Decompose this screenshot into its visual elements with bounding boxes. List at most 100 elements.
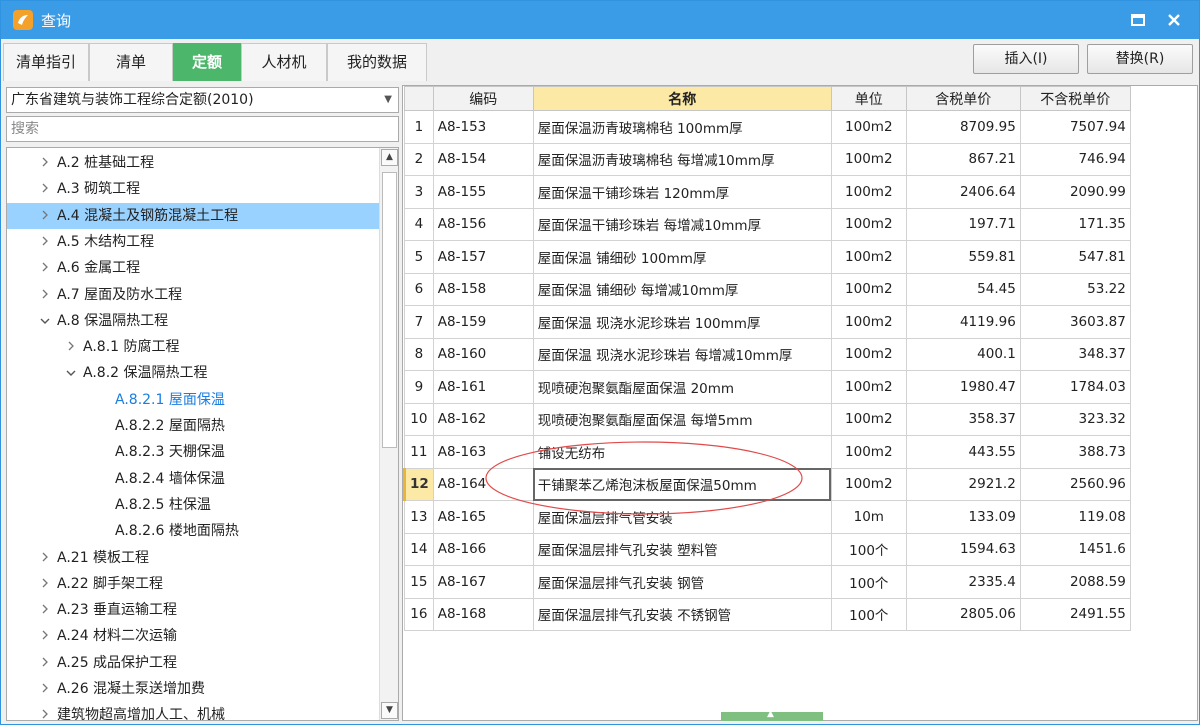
cell-name[interactable]: 屋面保温 铺细砂 100mm厚 — [532, 240, 832, 274]
chevron-down-icon[interactable] — [63, 360, 79, 386]
cell-unit[interactable]: 100m2 — [830, 337, 907, 371]
cell-name[interactable]: 现喷硬泡聚氨酯屋面保温 20mm — [532, 370, 832, 404]
cell-price-notax[interactable]: 53.22 — [1019, 272, 1131, 306]
cell-price-notax[interactable]: 1451.6 — [1019, 532, 1131, 566]
tree-item[interactable]: 建筑物超高增加人工、机械 — [7, 702, 380, 720]
cell-price-notax[interactable]: 1784.03 — [1019, 370, 1131, 404]
cell-name[interactable]: 屋面保温干铺珍珠岩 120mm厚 — [532, 175, 832, 209]
cell-name[interactable]: 屋面保温层排气管安装 — [532, 500, 832, 534]
cell-code[interactable]: A8-157 — [432, 240, 534, 274]
cell-price-notax[interactable]: 2560.96 — [1019, 467, 1131, 501]
cell-name[interactable]: 屋面保温干铺珍珠岩 每增减10mm厚 — [532, 207, 832, 241]
tree-item[interactable]: A.8.2.2 屋面隔热 — [7, 413, 380, 439]
tree-item[interactable]: A.3 砌筑工程 — [7, 176, 380, 202]
chevron-right-icon[interactable] — [37, 676, 53, 702]
cell-price-tax[interactable]: 2921.2 — [905, 467, 1021, 501]
cell-unit[interactable]: 100m2 — [830, 142, 907, 176]
cell-unit[interactable]: 100m2 — [830, 467, 907, 501]
cell-unit[interactable]: 100个 — [830, 532, 907, 566]
row-number[interactable]: 4 — [404, 207, 434, 241]
cell-code[interactable]: A8-167 — [432, 565, 534, 599]
table-row[interactable]: 4 A8-156 屋面保温干铺珍珠岩 每增减10mm厚 100m2 197.71 171.… — [404, 207, 1131, 241]
cell-price-notax[interactable]: 323.32 — [1019, 402, 1131, 436]
cell-price-tax[interactable]: 8709.95 — [905, 110, 1021, 144]
cell-name[interactable]: 铺设无纺布 — [532, 435, 832, 469]
chevron-right-icon[interactable] — [37, 176, 53, 202]
row-number[interactable]: 9 — [404, 370, 434, 404]
cell-name[interactable]: 屋面保温沥青玻璃棉毡 100mm厚 — [532, 110, 832, 144]
column-header-name[interactable]: 名称 — [532, 86, 832, 111]
cell-price-notax[interactable]: 3603.87 — [1019, 305, 1131, 339]
table-row[interactable]: 7 A8-159 屋面保温 现浇水泥珍珠岩 100mm厚 100m2 4119.96 36… — [404, 305, 1131, 339]
cell-unit[interactable]: 100个 — [830, 597, 907, 631]
cell-unit[interactable]: 100m2 — [830, 272, 907, 306]
tree-item[interactable]: A.26 混凝土泵送增加费 — [7, 676, 380, 702]
cell-price-tax[interactable]: 1980.47 — [905, 370, 1021, 404]
cell-unit[interactable]: 100m2 — [830, 305, 907, 339]
tree-item[interactable]: A.21 模板工程 — [7, 545, 380, 571]
cell-code[interactable]: A8-161 — [432, 370, 534, 404]
chevron-right-icon[interactable] — [37, 702, 53, 720]
row-number[interactable]: 14 — [404, 532, 434, 566]
tab-labor-material-machine[interactable]: 人材机 — [241, 43, 327, 81]
chevron-right-icon[interactable] — [37, 650, 53, 676]
cell-unit[interactable]: 100m2 — [830, 402, 907, 436]
cell-name[interactable]: 屋面保温 现浇水泥珍珠岩 100mm厚 — [532, 305, 832, 339]
row-number[interactable]: 1 — [404, 110, 434, 144]
tab-list-guide[interactable]: 清单指引 — [3, 43, 89, 81]
table-row[interactable]: 14 A8-166 屋面保温层排气孔安装 塑料管 100个 1594.63 1451.6 — [404, 532, 1131, 566]
cell-code[interactable]: A8-166 — [432, 532, 534, 566]
close-icon[interactable] — [1159, 7, 1189, 33]
cell-name[interactable]: 现喷硬泡聚氨酯屋面保温 每增5mm — [532, 402, 832, 436]
cell-unit[interactable]: 100m2 — [830, 370, 907, 404]
cell-unit[interactable]: 100m2 — [830, 240, 907, 274]
chevron-right-icon[interactable] — [37, 571, 53, 597]
cell-code[interactable]: A8-158 — [432, 272, 534, 306]
tab-quota[interactable]: 定额 — [173, 43, 241, 81]
cell-unit[interactable]: 100m2 — [830, 207, 907, 241]
tree-item[interactable]: A.8.1 防腐工程 — [7, 334, 380, 360]
chevron-down-icon[interactable] — [37, 308, 53, 334]
cell-price-notax[interactable]: 348.37 — [1019, 337, 1131, 371]
table-row[interactable]: 12 A8-164 干铺聚苯乙烯泡沫板屋面保温50mm 100m2 2921.2 2560… — [403, 467, 1131, 501]
cell-price-notax[interactable]: 547.81 — [1019, 240, 1131, 274]
cell-unit[interactable]: 100m2 — [830, 435, 907, 469]
cell-name[interactable]: 屋面保温 铺细砂 每增减10mm厚 — [532, 272, 832, 306]
cell-price-tax[interactable]: 867.21 — [905, 142, 1021, 176]
cell-code[interactable]: A8-163 — [432, 435, 534, 469]
row-number[interactable]: 3 — [404, 175, 434, 209]
table-row[interactable]: 2 A8-154 屋面保温沥青玻璃棉毡 每增减10mm厚 100m2 867.21 746… — [404, 142, 1131, 176]
cell-price-notax[interactable]: 388.73 — [1019, 435, 1131, 469]
cell-code[interactable]: A8-154 — [432, 142, 534, 176]
cell-price-tax[interactable]: 197.71 — [905, 207, 1021, 241]
cell-price-tax[interactable]: 358.37 — [905, 402, 1021, 436]
table-row[interactable]: 9 A8-161 现喷硬泡聚氨酯屋面保温 20mm 100m2 1980.47 1784.… — [404, 370, 1131, 404]
cell-code[interactable]: A8-165 — [432, 500, 534, 534]
tree-item[interactable]: A.4 混凝土及钢筋混凝土工程 — [7, 202, 380, 229]
cell-price-notax[interactable]: 2090.99 — [1019, 175, 1131, 209]
tree-item[interactable]: A.22 脚手架工程 — [7, 571, 380, 597]
cell-code[interactable]: A8-159 — [432, 305, 534, 339]
cell-code[interactable]: A8-168 — [432, 597, 534, 631]
cell-name[interactable]: 屋面保温 现浇水泥珍珠岩 每增减10mm厚 — [532, 337, 832, 371]
tree-item[interactable]: A.8.2.3 天棚保温 — [7, 439, 380, 465]
cell-price-notax[interactable]: 2491.55 — [1019, 597, 1131, 631]
column-header-price-notax[interactable]: 不含税单价 — [1019, 86, 1131, 111]
tree-item[interactable]: A.7 屋面及防水工程 — [7, 282, 380, 308]
cell-name[interactable]: 干铺聚苯乙烯泡沫板屋面保温50mm — [532, 467, 832, 501]
cell-price-notax[interactable]: 7507.94 — [1019, 110, 1131, 144]
cell-code[interactable]: A8-160 — [432, 337, 534, 371]
cell-name[interactable]: 屋面保温沥青玻璃棉毡 每增减10mm厚 — [532, 142, 832, 176]
tree-item[interactable]: A.8.2.4 墙体保温 — [7, 466, 380, 492]
table-row[interactable]: 8 A8-160 屋面保温 现浇水泥珍珠岩 每增减10mm厚 100m2 400.1 34… — [404, 337, 1131, 371]
row-number[interactable]: 10 — [404, 402, 434, 436]
tree-item[interactable]: A.5 木结构工程 — [7, 229, 380, 255]
scroll-down-icon[interactable]: ▼ — [381, 702, 398, 719]
chevron-right-icon[interactable] — [63, 334, 79, 360]
cell-code[interactable]: A8-153 — [432, 110, 534, 144]
search-input[interactable] — [6, 116, 399, 142]
tree-item[interactable]: A.8.2 保温隔热工程 — [7, 360, 380, 386]
chevron-right-icon[interactable] — [37, 150, 53, 176]
tree-item[interactable]: A.25 成品保护工程 — [7, 650, 380, 676]
chevron-right-icon[interactable] — [37, 229, 53, 255]
